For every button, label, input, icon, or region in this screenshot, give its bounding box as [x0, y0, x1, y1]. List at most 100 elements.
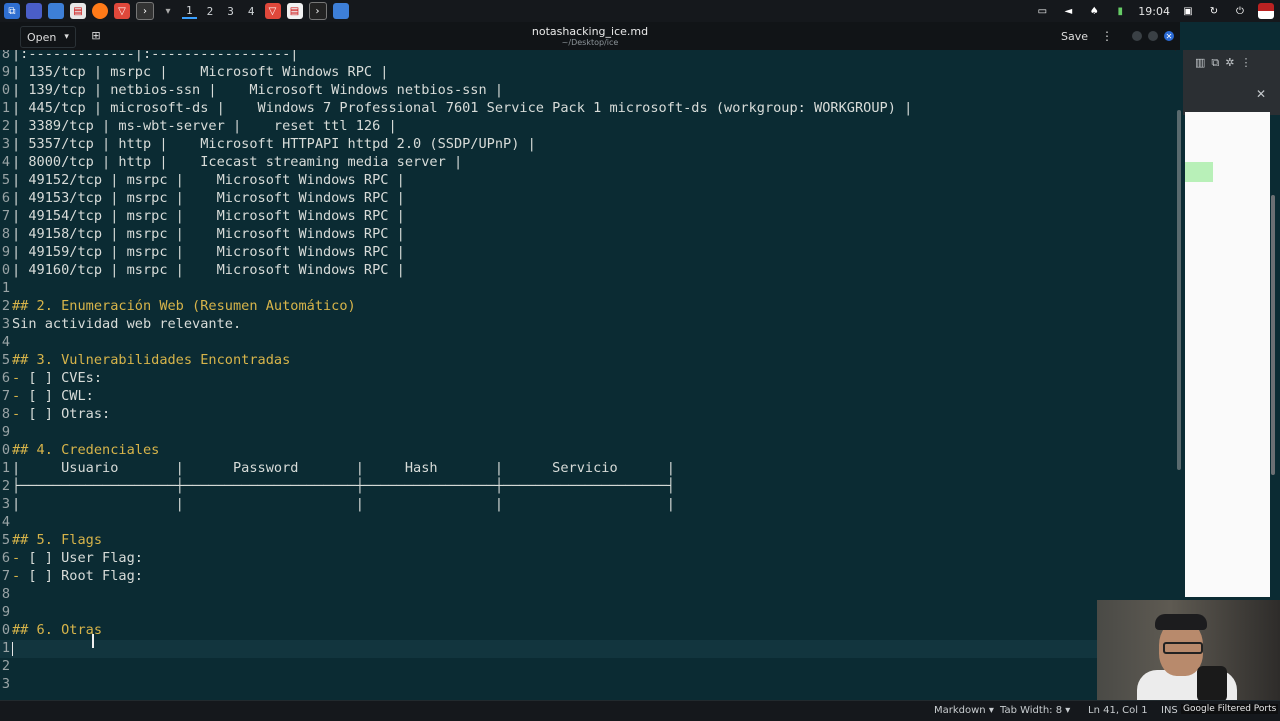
document-path: ~/Desktop/ice [561, 38, 619, 47]
line-text: | 49159/tcp | msrpc | Microsoft Windows … [12, 244, 405, 260]
line-number: 4 [1, 514, 10, 530]
save-button[interactable]: Save [1053, 27, 1096, 45]
workspace-4[interactable]: 4 [244, 5, 259, 18]
system-top-bar: ⧉ ▤ ▽ › ▾ 1 2 3 4 ▽ ▤ › ▭ ◄ ♠ ▮ 19:04 ▣ … [0, 0, 1280, 22]
power-icon[interactable]: ⏻ [1232, 3, 1248, 19]
line-number: 6 [1, 190, 10, 206]
line-number: 0 [1, 262, 10, 278]
volume-icon[interactable]: ◄ [1060, 3, 1076, 19]
line-number: 3 [1, 676, 10, 692]
brave-icon[interactable]: ▽ [114, 3, 130, 19]
battery-icon[interactable]: ▮ [1112, 3, 1128, 19]
clock: 19:04 [1138, 4, 1170, 18]
dropdown-icon[interactable]: ▾ [160, 3, 176, 19]
more-icon[interactable]: ⋮ [1240, 56, 1251, 70]
line-number: 2 [1, 478, 10, 494]
line-number: 9 [1, 424, 10, 440]
line-number: 8 [1, 50, 10, 62]
webcam-glasses [1163, 642, 1203, 654]
line-number: 3 [1, 316, 10, 332]
close-button[interactable]: ✕ [1164, 31, 1174, 41]
line-text: ├───────────────────┼───────────────────… [12, 478, 675, 494]
highlight-block [1185, 162, 1213, 182]
desktop-icon[interactable] [26, 3, 42, 19]
language-label: Markdown [934, 705, 986, 716]
line-text: | 445/tcp | microsoft-ds | Windows 7 Pro… [12, 100, 913, 116]
document-icon[interactable]: ▤ [70, 3, 86, 19]
lock-icon[interactable]: ▣ [1180, 3, 1196, 19]
line-text: | 3389/tcp | ms-wbt-server | reset ttl 1… [12, 118, 397, 134]
line-number: 3 [1, 496, 10, 512]
line-number: 3 [1, 136, 10, 152]
line-number: 0 [1, 82, 10, 98]
line-text: - [ ] CWL: [12, 388, 94, 404]
line-text: Sin actividad web relevante. [12, 316, 242, 332]
markdown-heading: ## 6. Otras [12, 622, 103, 638]
line-number: 2 [1, 118, 10, 134]
line-number: 1 [1, 640, 10, 656]
line-text: |:-------------|:-----------------| [12, 50, 299, 62]
minimize-button[interactable] [1132, 31, 1142, 41]
files-icon[interactable] [48, 3, 64, 19]
line-number: 5 [1, 352, 10, 368]
tab-width-label: Tab Width: 8 [1000, 705, 1063, 716]
line-number: 4 [1, 154, 10, 170]
screen-icon[interactable]: ▭ [1034, 3, 1050, 19]
refresh-icon[interactable]: ↻ [1206, 3, 1222, 19]
maximize-button[interactable] [1148, 31, 1158, 41]
sidebar-toggle-icon[interactable]: ▥ [1195, 56, 1205, 70]
side-window-scrollbar[interactable] [1271, 195, 1275, 475]
line-number: 1 [1, 100, 10, 116]
line-number: 2 [1, 298, 10, 314]
workspace-3[interactable]: 3 [223, 5, 238, 18]
line-text: | 49158/tcp | msrpc | Microsoft Windows … [12, 226, 405, 242]
status-bar: Markdown ▾ Tab Width: 8 ▾ Ln 41, Col 1 I… [0, 700, 1280, 721]
microphone [1197, 666, 1227, 702]
line-text: | 139/tcp | netbios-ssn | Microsoft Wind… [12, 82, 504, 98]
extension-icon[interactable]: ✲ [1225, 56, 1234, 70]
markdown-heading: ## 4. Credenciales [12, 442, 160, 458]
markdown-heading: ## 2. Enumeración Web (Resumen Automátic… [12, 298, 356, 314]
side-close-icon[interactable]: ✕ [1256, 87, 1266, 101]
line-number: 8 [1, 226, 10, 242]
editor-scrollbar-thumb[interactable] [1177, 110, 1181, 470]
webcam-person-cap [1155, 614, 1207, 630]
line-number: 5 [1, 532, 10, 548]
firefox-icon[interactable] [92, 3, 108, 19]
tab-width-selector[interactable]: Tab Width: 8 ▾ [1000, 705, 1070, 716]
line-number: 4 [1, 334, 10, 350]
app-menu-icon[interactable]: ⧉ [4, 3, 20, 19]
line-number: 2 [1, 658, 10, 674]
menu-icon[interactable]: ⋮ [1100, 27, 1114, 45]
document-title: notashacking_ice.md [531, 25, 649, 38]
current-line-highlight [0, 640, 1175, 658]
terminal-icon[interactable]: › [136, 2, 154, 20]
line-text: - [ ] Root Flag: [12, 568, 143, 584]
notification-bell-icon[interactable]: ♠ [1086, 3, 1102, 19]
workspace-2[interactable]: 2 [203, 5, 218, 18]
line-text: - [ ] CVEs: [12, 370, 103, 386]
insert-mode: INS [1161, 705, 1178, 716]
language-selector[interactable]: Markdown ▾ [934, 705, 994, 716]
pdf-window-icon[interactable]: ▤ [286, 3, 303, 19]
brave-window-icon[interactable]: ▽ [264, 3, 281, 19]
copy-icon[interactable]: ⧉ [1211, 56, 1219, 70]
line-text: | 49160/tcp | msrpc | Microsoft Windows … [12, 262, 405, 278]
line-number: 7 [1, 208, 10, 224]
text-editor[interactable]: 8 |:-------------|:-----------------| 9 | 1… [0, 50, 1175, 700]
side-window-icons: ▥ ⧉ ✲ ⋮ [1195, 56, 1251, 70]
line-text: - [ ] User Flag: [12, 550, 143, 566]
markdown-heading: ## 3. Vulnerabilidades Encontradas [12, 352, 291, 368]
flag-icon[interactable] [1258, 3, 1274, 19]
workspace-1[interactable]: 1 [182, 4, 197, 19]
terminal-window-icon[interactable]: › [308, 2, 327, 20]
line-number: 8 [1, 586, 10, 602]
line-text: | 49154/tcp | msrpc | Microsoft Windows … [12, 208, 405, 224]
line-text: | 49153/tcp | msrpc | Microsoft Windows … [12, 190, 405, 206]
mouse-cursor-icon [92, 634, 94, 648]
line-number: 6 [1, 370, 10, 386]
folder-window-icon[interactable] [332, 3, 349, 19]
cursor-position[interactable]: Ln 41, Col 1 [1088, 705, 1148, 716]
extension-label: Google Filtered Ports [1181, 704, 1279, 714]
line-text: | 8000/tcp | http | Icecast streaming me… [12, 154, 463, 170]
